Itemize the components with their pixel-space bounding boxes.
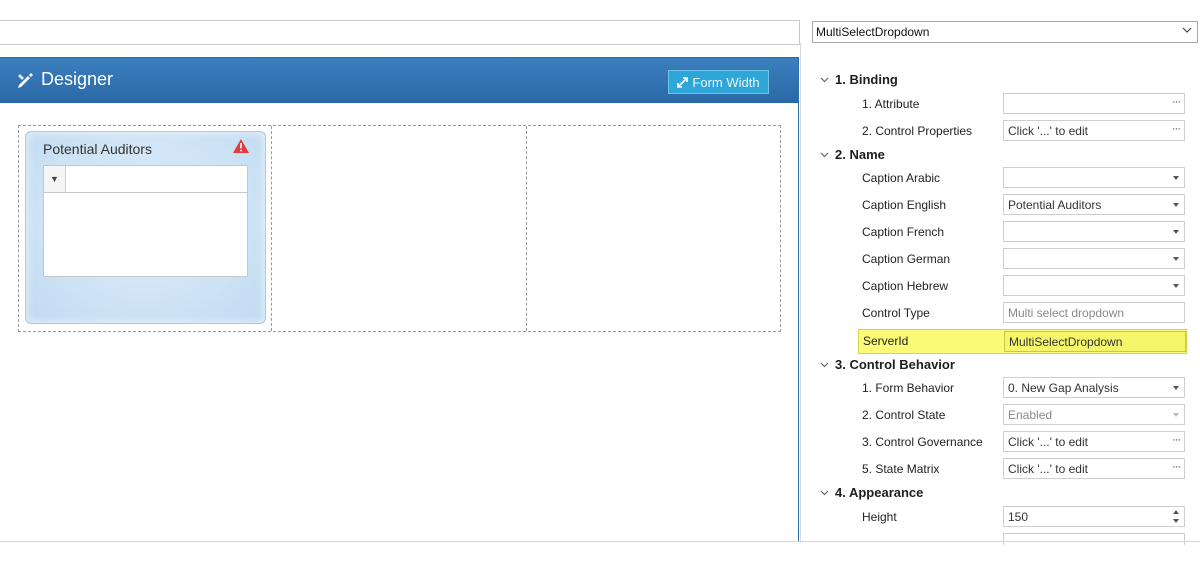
designer-title-label: Designer	[41, 69, 114, 89]
property-label: Caption French	[862, 225, 945, 239]
property-value-control-state: Enabled	[1003, 404, 1185, 425]
property-value-state-matrix[interactable]: Click '...' to edit ···	[1003, 458, 1185, 479]
grid-cell[interactable]	[527, 126, 781, 331]
property-value-caption-arabic[interactable]	[1003, 167, 1185, 188]
grid-cell[interactable]: Potential Auditors ▼	[19, 126, 272, 331]
property-value-attribute[interactable]: ···	[1003, 93, 1185, 114]
section-binding[interactable]: 1. Binding	[820, 72, 898, 87]
ellipsis-button[interactable]: ···	[1172, 123, 1181, 135]
property-value-text: Click '...' to edit	[1008, 124, 1088, 138]
warning-triangle-icon[interactable]	[233, 139, 249, 153]
designer-header: Designer Form Width	[0, 58, 798, 103]
property-value-control-type: Multi select dropdown	[1003, 302, 1185, 323]
property-value-text: Enabled	[1008, 408, 1053, 422]
dropdown-caret-icon[interactable]	[1173, 386, 1179, 390]
property-label: 2. Control State	[862, 408, 946, 422]
chevron-down-icon[interactable]	[820, 75, 829, 84]
section-label: 4. Appearance	[835, 485, 924, 500]
property-label: 1. Form Behavior	[862, 381, 955, 395]
multi-select-listbox[interactable]: ▼	[43, 165, 248, 277]
property-value-caption-english[interactable]: Potential Auditors	[1003, 194, 1185, 215]
grid-cell[interactable]	[272, 126, 527, 331]
section-label: 3. Control Behavior	[835, 357, 955, 372]
dropdown-caret-icon[interactable]	[1173, 257, 1179, 261]
object-selector-dropdown[interactable]: MultiSelectDropdown	[812, 21, 1198, 43]
section-label: 1. Binding	[835, 72, 898, 87]
app-window: Designer Form Width Potential Auditors ▼…	[0, 0, 1200, 561]
designer-title: Designer	[16, 69, 113, 90]
dropdown-arrow-icon[interactable]: ▼	[44, 166, 66, 192]
bottom-divider	[0, 541, 1200, 542]
dropdown-caret-icon[interactable]	[1173, 203, 1179, 207]
property-value-height[interactable]: 150	[1003, 506, 1185, 527]
property-label: 2. Control Properties	[862, 124, 973, 138]
property-value-form-behavior[interactable]: 0. New Gap Analysis	[1003, 377, 1185, 398]
dropdown-caret-icon[interactable]	[1173, 176, 1179, 180]
panel-divider	[800, 43, 801, 543]
spinner-arrows-icon[interactable]	[1172, 508, 1180, 525]
designer-panel: Designer Form Width Potential Auditors ▼	[0, 57, 799, 542]
property-value-control-governance[interactable]: Click '...' to edit ···	[1003, 431, 1185, 452]
chevron-down-icon	[1182, 27, 1192, 33]
property-label: 1. Attribute	[862, 97, 920, 111]
property-label: ServerId	[863, 334, 909, 348]
pencil-ruler-icon	[18, 72, 33, 88]
expand-icon	[677, 76, 689, 88]
property-value-text: MultiSelectDropdown	[1009, 335, 1123, 349]
highlighted-row-serverid: ServerId MultiSelectDropdown	[858, 329, 1187, 354]
dropdown-caret-icon[interactable]	[1173, 230, 1179, 234]
form-layout-grid: Potential Auditors ▼	[18, 125, 781, 332]
property-label: Caption Hebrew	[862, 279, 949, 293]
property-label: Height	[862, 510, 897, 524]
section-label: 2. Name	[835, 147, 885, 162]
property-label: Caption German	[862, 252, 951, 266]
chevron-down-icon[interactable]	[820, 150, 829, 159]
property-value-control-properties[interactable]: Click '...' to edit ···	[1003, 120, 1185, 141]
property-value-text: Multi select dropdown	[1008, 306, 1125, 320]
property-label: Control Type	[862, 306, 930, 320]
property-label: 3. Control Governance	[862, 435, 983, 449]
ellipsis-button[interactable]: ···	[1172, 434, 1181, 446]
property-value-caption-hebrew[interactable]	[1003, 275, 1185, 296]
chevron-down-icon[interactable]	[820, 360, 829, 369]
section-appearance[interactable]: 4. Appearance	[820, 485, 923, 500]
form-width-button[interactable]: Form Width	[668, 70, 769, 94]
form-width-label: Form Width	[692, 74, 760, 90]
property-grid: 1. Binding 1. Attribute ··· 2. Control P…	[812, 65, 1200, 545]
ellipsis-button[interactable]: ···	[1172, 461, 1181, 473]
property-value-text: Click '...' to edit	[1008, 435, 1088, 449]
property-label: Caption Arabic	[862, 171, 941, 185]
chevron-down-icon[interactable]	[820, 488, 829, 497]
property-value-caption-french[interactable]	[1003, 221, 1185, 242]
property-value-text: Click '...' to edit	[1008, 462, 1088, 476]
property-label: 5. State Matrix	[862, 462, 940, 476]
property-value-caption-german[interactable]	[1003, 248, 1185, 269]
property-value-text: 0. New Gap Analysis	[1008, 381, 1119, 395]
ellipsis-button[interactable]: ···	[1172, 96, 1181, 108]
control-caption: Potential Auditors	[43, 141, 152, 157]
object-selector-value: MultiSelectDropdown	[816, 25, 930, 39]
property-value-serverid[interactable]: MultiSelectDropdown	[1004, 331, 1186, 352]
property-value-text: Potential Auditors	[1008, 198, 1102, 212]
multi-select-dropdown-control[interactable]: Potential Auditors ▼	[25, 131, 266, 324]
dropdown-caret-icon	[1173, 413, 1179, 417]
section-control-behavior[interactable]: 3. Control Behavior	[820, 357, 955, 372]
property-value-text: 150	[1008, 510, 1029, 524]
property-label: Caption English	[862, 198, 947, 212]
multi-select-input[interactable]: ▼	[44, 166, 247, 193]
dropdown-caret-icon[interactable]	[1173, 284, 1179, 288]
section-name[interactable]: 2. Name	[820, 147, 885, 162]
property-value-partial[interactable]	[1003, 533, 1185, 545]
designer-toolbar-strip	[0, 20, 800, 45]
